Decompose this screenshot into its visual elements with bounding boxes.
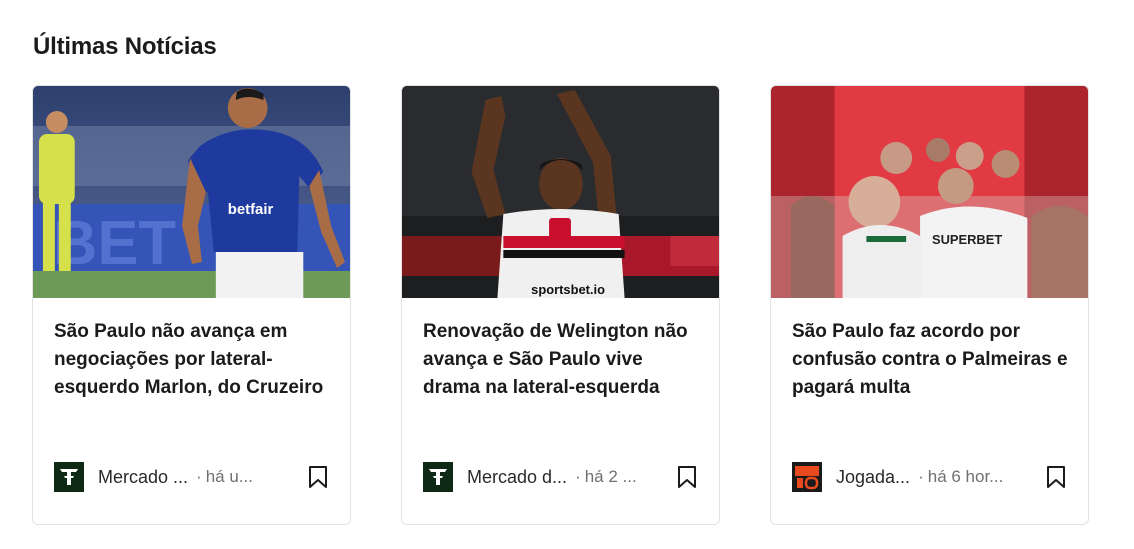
bookmark-icon	[1047, 466, 1065, 488]
football-player-sao-paulo-image: sportsbet.io	[402, 86, 719, 298]
news-card-3[interactable]: SUPERBET São Paulo faz acordo por confus…	[770, 85, 1089, 525]
publisher-name[interactable]: Mercado ...	[98, 467, 188, 488]
meta-separator: ·	[575, 467, 581, 486]
publisher-name[interactable]: Mercado d...	[467, 467, 567, 488]
bookmark-button[interactable]	[1042, 462, 1070, 492]
news-thumbnail-2[interactable]: sportsbet.io	[402, 86, 719, 298]
jogada10-logo	[792, 462, 822, 492]
mercado-do-futebol-logo	[423, 462, 453, 492]
publish-time: há 6 hor...	[927, 467, 1004, 486]
bookmark-button[interactable]	[673, 462, 701, 492]
publisher-name[interactable]: Jogada...	[836, 467, 910, 488]
sponsor-text: betfair	[228, 201, 274, 218]
publish-time: há 2 ...	[584, 467, 637, 486]
meta-separator: ·	[918, 467, 924, 486]
bookmark-icon	[309, 466, 327, 488]
news-thumbnail-3[interactable]: SUPERBET	[771, 86, 1088, 298]
svg-text:BET: BET	[53, 209, 176, 278]
locker-room-confusion-image: SUPERBET	[771, 86, 1088, 298]
news-meta: Mercado ... · há u...	[54, 462, 332, 492]
football-player-cruzeiro-image: BET betfair	[33, 86, 350, 298]
publish-time: há u...	[205, 467, 253, 486]
news-card-1[interactable]: BET betfair São Paulo não avança em nego…	[32, 85, 351, 525]
news-headline[interactable]: Renovação de Welington não avança e São …	[423, 318, 701, 402]
section-title: Últimas Notícias	[33, 33, 217, 60]
bookmark-button[interactable]	[304, 462, 332, 492]
meta-separator: ·	[196, 467, 202, 486]
mercado-do-futebol-logo	[54, 462, 84, 492]
news-thumbnail-1[interactable]: BET betfair	[33, 86, 350, 298]
news-meta: Jogada... · há 6 hor...	[792, 462, 1070, 492]
sponsor-text: sportsbet.io	[531, 282, 605, 297]
news-card-2[interactable]: sportsbet.io Renovação de Welington não …	[401, 85, 720, 525]
sponsor-text: SUPERBET	[932, 232, 1002, 247]
news-meta: Mercado d... · há 2 ...	[423, 462, 701, 492]
news-headline[interactable]: São Paulo faz acordo por confusão contra…	[792, 318, 1070, 402]
news-headline[interactable]: São Paulo não avança em negociações por …	[54, 318, 332, 402]
bookmark-icon	[678, 466, 696, 488]
